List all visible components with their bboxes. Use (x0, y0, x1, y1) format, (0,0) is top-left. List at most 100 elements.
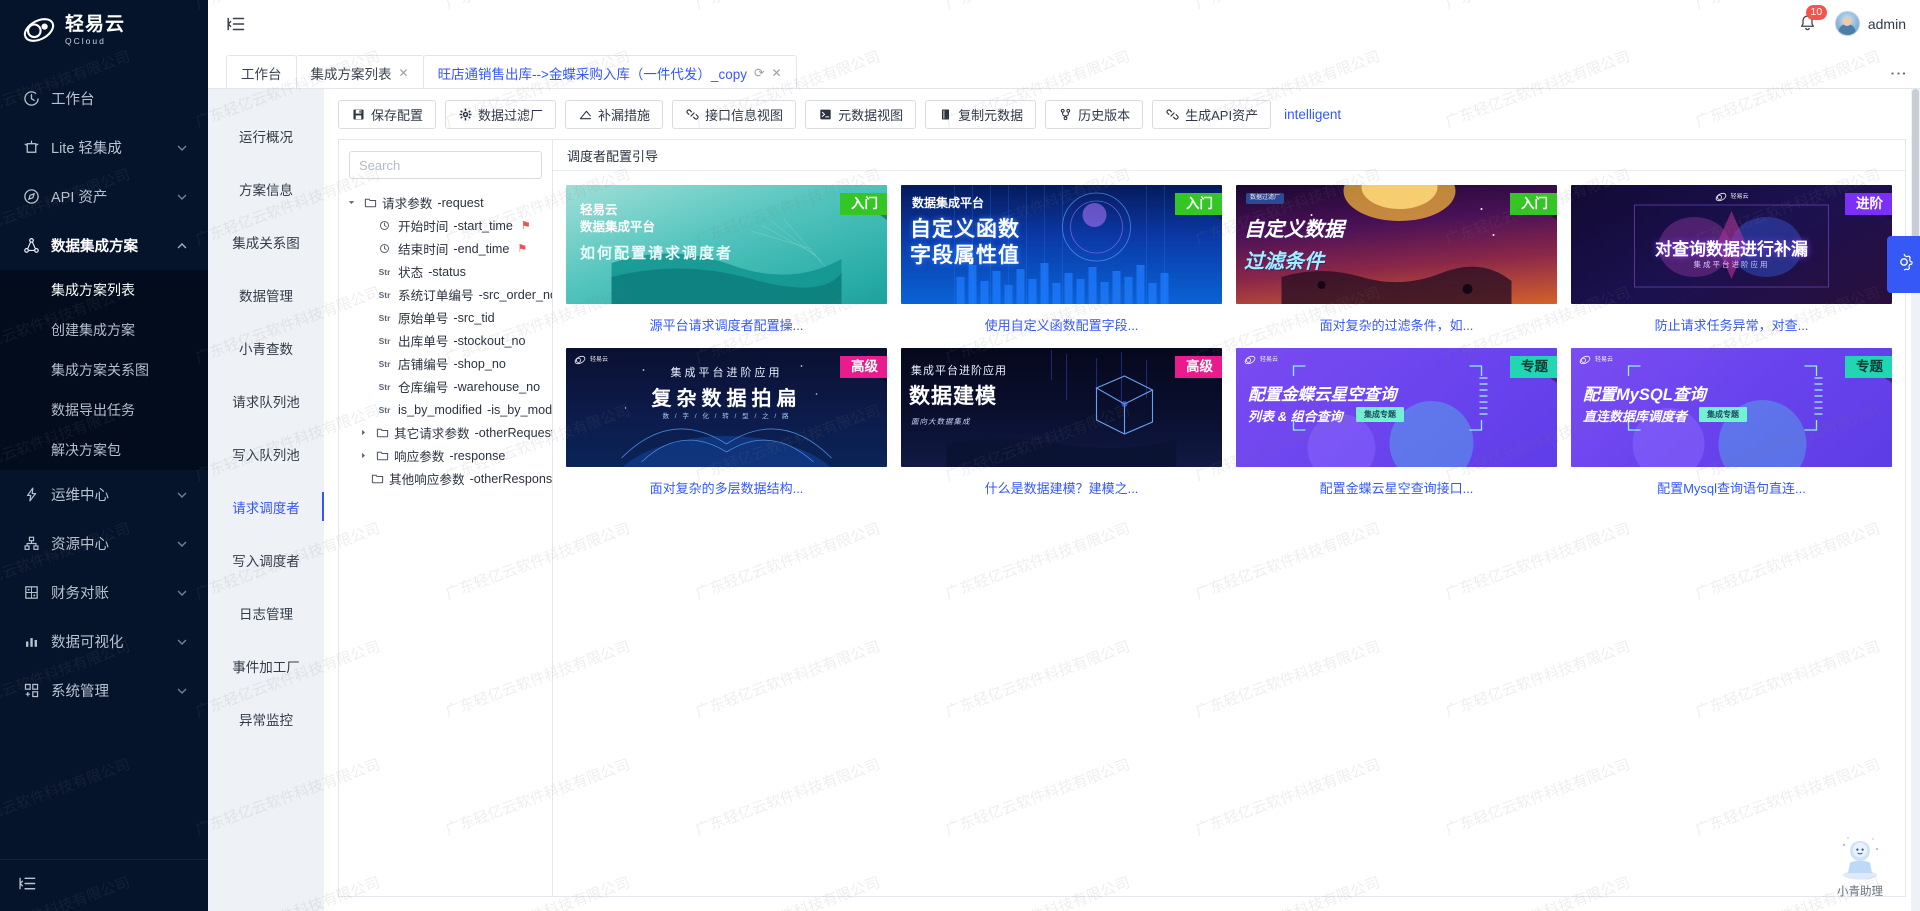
save-config-button[interactable]: 保存配置 (338, 100, 436, 129)
tree-node[interactable]: Str 店铺编号-shop_no (339, 352, 552, 375)
card-thumb-line2: 数据集成平台 (580, 219, 655, 236)
copy-metadata-button[interactable]: 复制元数据 (925, 100, 1036, 129)
sidebar-item-resource-center[interactable]: 资源中心 (0, 519, 208, 568)
tree-node[interactable]: Str 状态-status (339, 260, 552, 283)
section-data-management[interactable]: 数据管理 (208, 268, 324, 321)
tree-node[interactable]: 其他响应参数-otherResponse (339, 467, 552, 490)
card-title[interactable]: 什么是数据建模？建模之... (901, 478, 1222, 497)
interface-info-view-button[interactable]: 接口信息视图 (672, 100, 796, 129)
section-solution-info[interactable]: 方案信息 (208, 162, 324, 215)
menu-fold-icon[interactable] (226, 13, 248, 35)
string-type-icon: Str (376, 359, 393, 369)
section-integration-graph[interactable]: 集成关系图 (208, 215, 324, 268)
tree-node[interactable]: 请求参数-request (339, 191, 552, 214)
data-filter-factory-button[interactable]: 数据过滤厂 (445, 100, 556, 129)
caret-down-icon[interactable] (345, 198, 358, 207)
tree-node[interactable]: Str 原始单号-src_tid (339, 306, 552, 329)
section-request-queue-pool[interactable]: 请求队列池 (208, 374, 324, 427)
sidebar-item-export-tasks[interactable]: 数据导出任务 (0, 390, 208, 430)
sidebar-item-label: Lite 轻集成 (51, 137, 176, 158)
sidebar-item-solution-graph[interactable]: 集成方案关系图 (0, 350, 208, 390)
user-menu[interactable]: admin (1835, 11, 1906, 36)
close-icon[interactable]: ✕ (399, 66, 409, 80)
sidebar-item-workbench[interactable]: 工作台 (0, 74, 208, 123)
tree-search-box[interactable] (349, 151, 542, 179)
section-run-overview[interactable]: 运行概况 (208, 109, 324, 162)
tree-node[interactable]: Str is_by_modified-is_by_modified (339, 398, 552, 421)
guide-card[interactable]: 轻易云 配置MySQL查询 直连数据库调度者 集成专题 专题 配置Mysql查询… (1571, 348, 1892, 497)
caret-right-icon[interactable] (357, 428, 370, 437)
section-request-scheduler[interactable]: 请求调度者 (208, 480, 324, 533)
card-thumb-subline: 直连数据库调度者 (1583, 406, 1687, 425)
tree-node[interactable]: 开始时间-start_time ⚑ (339, 214, 552, 237)
intelligent-link[interactable]: intelligent (1284, 107, 1341, 122)
primary-sidebar: 轻易云 QCloud 工作台 Lite 轻集成 (0, 0, 208, 911)
sidebar-item-finance[interactable]: 财务对账 (0, 568, 208, 617)
guide-card[interactable]: 集成平台进阶应用 数据建模 面向大数据集成 高级 什么是数据建模？建模之... (901, 348, 1222, 497)
section-write-queue-pool[interactable]: 写入队列池 (208, 427, 324, 480)
guide-card[interactable]: 轻易云 对查询数据进行补漏 集成平台进阶应用 进阶 防止请求任务异常，对查... (1571, 185, 1892, 334)
tab-solution-list[interactable]: 集成方案列表 ✕ (296, 55, 424, 89)
tab-workbench[interactable]: 工作台 (226, 55, 297, 89)
generate-api-asset-button[interactable]: 生成API资产 (1152, 100, 1271, 129)
sidebar-item-lite[interactable]: Lite 轻集成 (0, 123, 208, 172)
tree-node[interactable]: Str 出库单号-stockout_no (339, 329, 552, 352)
bell-icon (1797, 21, 1818, 38)
tree-node[interactable]: Str 仓库编号-warehouse_no (339, 375, 552, 398)
guide-card[interactable]: 轻易云 轻易云 数据集成平台 如何配置请求调度者 入门 源平台请求调度者配置操.… (566, 185, 887, 334)
tab-bar: 工作台 集成方案列表 ✕ 旺店通销售出库-->金蝶采购入库（一件代发）_copy… (208, 47, 1920, 89)
close-icon[interactable]: ✕ (771, 66, 781, 80)
sidebar-item-visualization[interactable]: 数据可视化 (0, 617, 208, 666)
sidebar-collapse-button[interactable] (0, 859, 208, 911)
card-title[interactable]: 使用自定义函数配置字段... (901, 315, 1222, 334)
sidebar-item-api-assets[interactable]: API 资产 (0, 172, 208, 221)
section-event-factory[interactable]: 事件加工厂 (208, 639, 324, 692)
settings-fab-button[interactable] (1887, 236, 1920, 293)
section-label: 写入调度者 (232, 550, 300, 570)
search-input[interactable] (350, 152, 542, 178)
guide-card[interactable]: 数据集成平台 自定义函数 字段属性值 入门 使用自定义函数配置字段... (901, 185, 1222, 334)
tab-active-solution[interactable]: 旺店通销售出库-->金蝶采购入库（一件代发）_copy ⟳ ✕ (423, 55, 797, 89)
card-title[interactable]: 配置Mysql查询语句直连... (1571, 478, 1892, 497)
brand-logo[interactable]: 轻易云 QCloud (0, 0, 208, 60)
tree-node[interactable]: 响应参数-response (339, 444, 552, 467)
card-title[interactable]: 源平台请求调度者配置操... (566, 315, 887, 334)
tree-node[interactable]: 结束时间-end_time ⚑ (339, 237, 552, 260)
tree-node[interactable]: 其它请求参数-otherRequest (339, 421, 552, 444)
card-title[interactable]: 面对复杂的多层数据结构... (566, 478, 887, 497)
tree-node-label-cn: 响应参数 (394, 446, 444, 465)
section-write-scheduler[interactable]: 写入调度者 (208, 533, 324, 586)
card-thumb-line1: 数据集成平台 (912, 194, 984, 211)
section-xiaoqing-query[interactable]: 小青查数 (208, 321, 324, 374)
sidebar-item-solution-package[interactable]: 解决方案包 (0, 430, 208, 470)
bolt-icon (22, 486, 40, 504)
sidebar-item-ops-center[interactable]: 运维中心 (0, 470, 208, 519)
sidebar-item-data-integration[interactable]: 数据集成方案 (0, 221, 208, 270)
guide-card[interactable]: 数据过滤厂 自定义数据 过滤条件 入门 面对复杂的过滤条件，如... (1236, 185, 1557, 334)
guide-card[interactable]: 轻易云 集成平台进阶应用 复杂数据拍扁 数 / 字 / 化 / 转 / 型 / … (566, 348, 887, 497)
card-thumbnail: 轻易云 集成平台进阶应用 复杂数据拍扁 数 / 字 / 化 / 转 / 型 / … (566, 348, 887, 467)
refresh-icon[interactable]: ⟳ (754, 65, 764, 80)
card-title[interactable]: 防止请求任务异常，对查... (1571, 315, 1892, 334)
metadata-view-button[interactable]: 元数据视图 (805, 100, 916, 129)
card-title[interactable]: 面对复杂的过滤条件，如... (1236, 315, 1557, 334)
section-exception-monitor[interactable]: 异常监控 (208, 692, 324, 745)
tree-node-label-en: -is_by_modified (487, 403, 552, 417)
card-level-badge: 入门 (1175, 193, 1222, 215)
section-log-management[interactable]: 日志管理 (208, 586, 324, 639)
guide-card[interactable]: 轻易云 配置金蝶云星空查询 列表 & 组合查询 集成专题 专题 配置金蝶云星空查… (1236, 348, 1557, 497)
more-vertical-icon[interactable]: ⋮ (1892, 65, 1904, 83)
sidebar-item-solution-list[interactable]: 集成方案列表 (0, 270, 208, 310)
tree-node-label-en: -stockout_no (453, 334, 525, 348)
gear-icon (1894, 252, 1914, 277)
card-title[interactable]: 配置金蝶云星空查询接口... (1236, 478, 1557, 497)
patch-measures-button[interactable]: 补漏措施 (565, 100, 663, 129)
sidebar-item-system-management[interactable]: 系统管理 (0, 666, 208, 715)
assistant-widget[interactable]: 小青助理 (1822, 833, 1898, 899)
page-scrollbar[interactable] (1911, 89, 1920, 911)
tree-node[interactable]: Str 系统订单编号-src_order_no (339, 283, 552, 306)
sidebar-item-create-solution[interactable]: 创建集成方案 (0, 310, 208, 350)
notifications-button[interactable]: 10 (1797, 13, 1819, 35)
caret-right-icon[interactable] (357, 451, 370, 460)
history-versions-button[interactable]: 历史版本 (1045, 100, 1143, 129)
